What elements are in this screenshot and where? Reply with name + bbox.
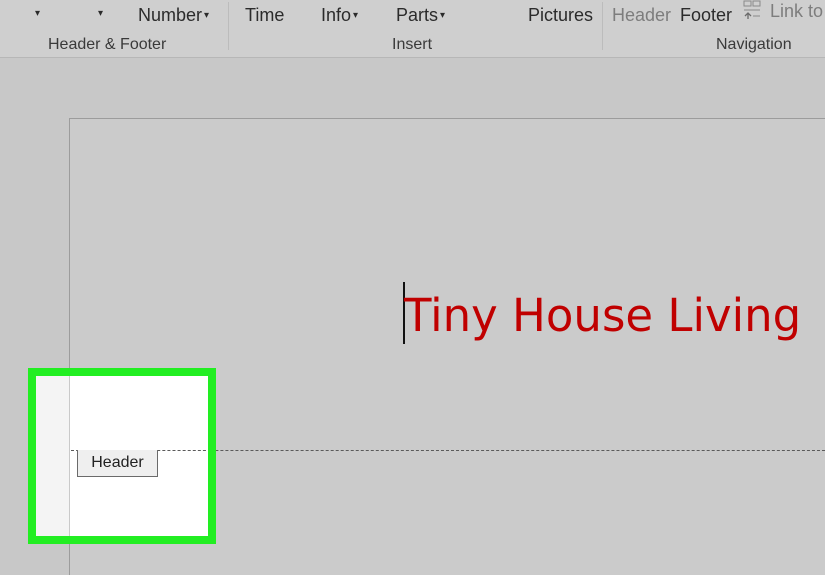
date-time-label: Time <box>245 5 285 25</box>
group-label-navigation: Navigation <box>716 36 792 53</box>
page-number-label: Number <box>138 5 203 25</box>
group-label-insert: Insert <box>392 36 433 53</box>
ribbon: ▾ ▾ Number ▾ Time Info ▾ Parts ▾ Pictures H… <box>0 0 825 58</box>
chevron-down-icon: ▾ <box>440 10 446 21</box>
quick-parts-label: Parts <box>396 5 439 25</box>
chevron-down-icon: ▾ <box>353 10 359 21</box>
date-time-button[interactable]: Time <box>245 6 284 24</box>
online-pictures-button[interactable]: Pictures <box>528 6 593 24</box>
quick-parts-button[interactable]: Parts ▾ <box>396 6 445 25</box>
group-divider <box>228 2 229 50</box>
link-to-previous-label: Link to <box>770 1 824 21</box>
document-info-label: Info <box>321 5 352 25</box>
page-number-button[interactable]: Number ▾ <box>138 6 209 25</box>
dropdown-caret-1[interactable]: ▾ <box>33 4 40 23</box>
page-margin <box>36 376 70 536</box>
online-pictures-label: Pictures <box>528 5 594 25</box>
group-label-header-footer: Header & Footer <box>48 36 167 53</box>
go-to-header-button[interactable]: Header <box>612 6 671 24</box>
header-text[interactable]: Tiny House Living <box>404 290 801 342</box>
chevron-down-icon: ▾ <box>204 10 210 21</box>
group-divider <box>602 2 603 50</box>
link-to-previous-button[interactable]: Link to <box>770 2 823 20</box>
header-tab[interactable]: Header <box>77 450 158 477</box>
link-to-previous-icon <box>743 0 761 19</box>
go-to-footer-label: Footer <box>680 5 733 25</box>
document-info-button[interactable]: Info ▾ <box>321 6 358 25</box>
dropdown-caret-2[interactable]: ▾ <box>96 4 103 23</box>
go-to-header-label: Header <box>612 5 672 25</box>
header-tab-highlight: Header <box>28 368 216 544</box>
go-to-footer-button[interactable]: Footer <box>680 6 732 24</box>
